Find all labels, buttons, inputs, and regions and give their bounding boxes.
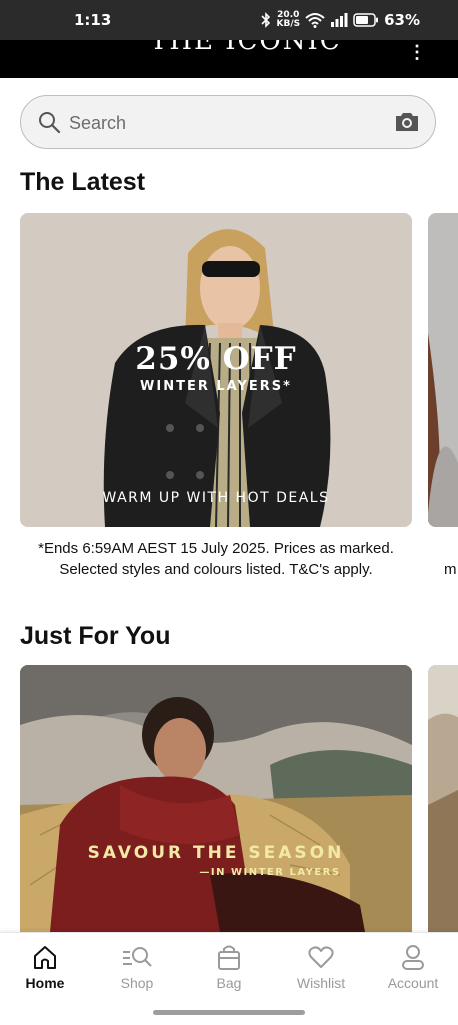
latest-next-caption: m xyxy=(444,561,457,578)
latest-caption: *Ends 6:59AM AEST 15 July 2025. Prices a… xyxy=(38,540,394,578)
savour-headline: SAVOUR THE SEASON xyxy=(87,843,345,863)
nav-label-account: Account xyxy=(387,975,439,991)
status-bar: 1:13 20.0 KB/S 63% xyxy=(0,0,458,40)
account-icon xyxy=(402,945,424,970)
promo-subline: WINTER LAYERS* xyxy=(140,379,292,394)
bluetooth-icon xyxy=(261,12,271,28)
just-for-you-next-card[interactable] xyxy=(428,665,458,932)
app-header: THE ICONIC ⋮ xyxy=(0,40,458,78)
heart-icon xyxy=(308,946,334,968)
just-for-you-image xyxy=(20,665,412,932)
home-indicator[interactable] xyxy=(153,1010,305,1015)
promo-headline: 25% OFF xyxy=(135,341,297,377)
bag-icon xyxy=(218,945,240,970)
status-time: 1:13 xyxy=(74,11,112,29)
signal-icon xyxy=(331,13,348,27)
nav-item-shop[interactable]: Shop xyxy=(102,943,172,991)
nav-label-wishlist: Wishlist xyxy=(296,975,346,991)
camera-icon[interactable] xyxy=(393,109,421,135)
nav-label-home: Home xyxy=(25,975,65,991)
nav-item-wishlist[interactable]: Wishlist xyxy=(286,943,356,991)
wifi-icon xyxy=(305,13,325,28)
status-indicators: 20.0 KB/S 63% xyxy=(261,11,420,29)
nav-item-home[interactable]: Home xyxy=(10,943,80,991)
battery-icon xyxy=(353,13,379,27)
just-for-you-next-image xyxy=(428,665,458,932)
battery-percent: 63% xyxy=(384,11,420,29)
network-speed-unit: KB/S xyxy=(276,19,301,29)
shop-search-icon xyxy=(123,947,152,967)
just-for-you-card[interactable]: SAVOUR THE SEASON —IN WINTER LAYERS xyxy=(20,665,412,932)
nav-label-bag: Bag xyxy=(216,975,242,991)
more-vertical-icon[interactable]: ⋮ xyxy=(408,42,426,63)
brand-logo[interactable]: THE ICONIC xyxy=(150,40,342,56)
network-speed: 20.0 KB/S xyxy=(276,11,300,29)
home-icon xyxy=(34,946,56,969)
latest-next-card[interactable] xyxy=(428,213,458,527)
nav-item-bag[interactable]: Bag xyxy=(194,943,264,991)
nav-label-shop: Shop xyxy=(120,975,154,991)
nav-item-account[interactable]: Account xyxy=(378,943,448,991)
section-title-just-for-you: Just For You xyxy=(20,622,171,650)
promo-footer: WARM UP WITH HOT DEALS xyxy=(102,490,330,506)
latest-next-image xyxy=(428,213,458,527)
search-icon xyxy=(39,112,61,134)
search-input[interactable] xyxy=(67,104,371,142)
section-title-latest: The Latest xyxy=(20,168,146,196)
search-bar[interactable] xyxy=(20,95,436,149)
latest-promo-card[interactable]: 25% OFF WINTER LAYERS* WARM UP WITH HOT … xyxy=(20,213,412,527)
savour-subline: —IN WINTER LAYERS xyxy=(199,867,341,878)
